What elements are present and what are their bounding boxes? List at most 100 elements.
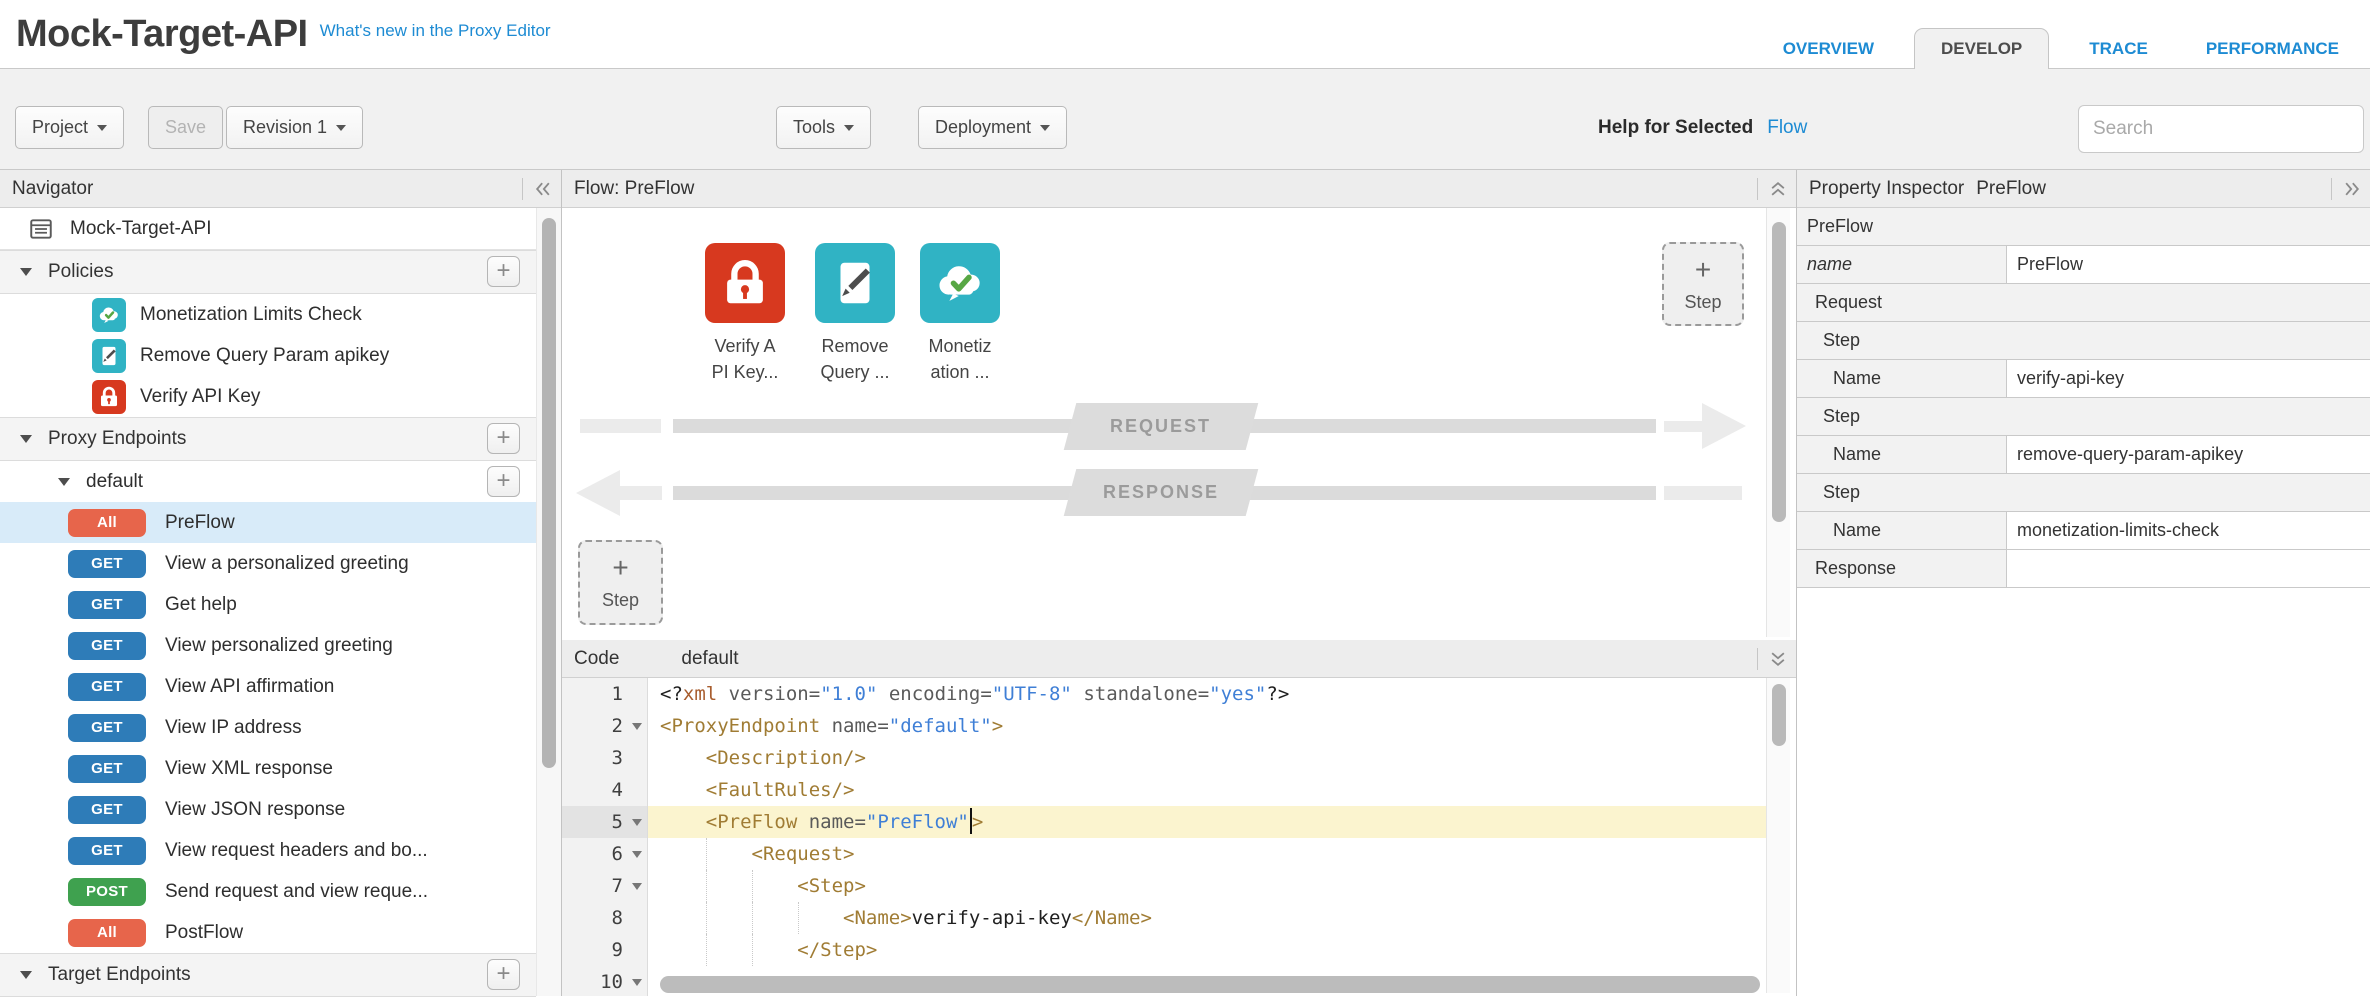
scrollbar-thumb[interactable] <box>1772 684 1786 746</box>
search-input[interactable] <box>2078 105 2364 153</box>
property-value-input[interactable]: PreFlow <box>2007 246 2370 283</box>
revision-menu-button[interactable]: Revision 1 <box>226 106 363 149</box>
tools-menu-button[interactable]: Tools <box>776 106 871 149</box>
line-number[interactable]: 6 <box>562 838 647 870</box>
code-scrollbar-horizontal[interactable] <box>660 976 1760 993</box>
nav-item-view-a-personalized-greeting[interactable]: GETView a personalized greeting <box>0 543 536 584</box>
add-button[interactable]: + <box>487 423 520 454</box>
code-line[interactable]: <Name>verify-api-key</Name> <box>648 902 1766 934</box>
code-editor[interactable]: 12345678910 <?xml version="1.0" encoding… <box>562 678 1796 996</box>
tab-performance[interactable]: PERFORMANCE <box>2188 29 2357 69</box>
property-value-input[interactable]: monetization-limits-check <box>2007 512 2370 549</box>
nav-item-postflow[interactable]: AllPostFlow <box>0 912 536 953</box>
fold-arrow-icon[interactable] <box>632 979 642 986</box>
nav-item-view-xml-response[interactable]: GETView XML response <box>0 748 536 789</box>
method-badge: GET <box>68 796 146 824</box>
triangle-down-icon[interactable] <box>58 478 70 486</box>
property-inspector-header: Property Inspector PreFlow <box>1797 170 2370 208</box>
nav-item-target-endpoints[interactable]: Target Endpoints+ <box>0 953 536 997</box>
nav-item-policies[interactable]: Policies+ <box>0 250 536 294</box>
nav-item-preflow[interactable]: AllPreFlow <box>0 502 536 543</box>
tab-trace[interactable]: TRACE <box>2071 29 2166 69</box>
triangle-down-icon[interactable] <box>20 268 32 276</box>
code-line[interactable]: <FaultRules/> <box>648 774 1766 806</box>
scrollbar-thumb[interactable] <box>1772 222 1786 522</box>
flow-policy-lock[interactable]: Verify API Key... <box>685 243 805 385</box>
tab-bar: OVERVIEW DEVELOP TRACE PERFORMANCE <box>1754 28 2368 69</box>
response-band-label: RESPONSE <box>1064 469 1259 516</box>
add-step-button-request[interactable]: + Step <box>1662 242 1744 326</box>
code-line[interactable]: <Description/> <box>648 742 1766 774</box>
deployment-menu-button[interactable]: Deployment <box>918 106 1067 149</box>
nav-item-get-help[interactable]: GETGet help <box>0 584 536 625</box>
add-step-button-response[interactable]: + Step <box>578 540 663 625</box>
property-row-name: Namemonetization-limits-check <box>1797 512 2370 550</box>
nav-item-send-request-and-view-reque[interactable]: POSTSend request and view reque... <box>0 871 536 912</box>
nav-item-label: View XML response <box>165 758 333 780</box>
code-line[interactable]: <ProxyEndpoint name="default"> <box>648 710 1766 742</box>
line-number[interactable]: 2 <box>562 710 647 742</box>
navigator-scrollbar[interactable] <box>536 208 561 996</box>
divider <box>1757 178 1758 200</box>
nav-item-monetization-limits-check[interactable]: Monetization Limits Check <box>0 294 536 335</box>
nav-item-view-personalized-greeting[interactable]: GETView personalized greeting <box>0 625 536 666</box>
add-button[interactable]: + <box>487 959 520 990</box>
fold-arrow-icon[interactable] <box>632 883 642 890</box>
line-number[interactable]: 9 <box>562 934 647 966</box>
whats-new-link[interactable]: What's new in the Proxy Editor <box>320 21 551 41</box>
response-arrow-icon <box>576 470 620 516</box>
flow-scrollbar[interactable] <box>1766 208 1790 637</box>
flow-policy-cloud-check[interactable]: Monetization ... <box>900 243 1020 385</box>
code-line[interactable]: </Step> <box>648 934 1766 966</box>
line-number[interactable]: 1 <box>562 678 647 710</box>
line-number[interactable]: 3 <box>562 742 647 774</box>
fold-arrow-icon[interactable] <box>632 723 642 730</box>
response-arrow-tail <box>620 486 662 500</box>
triangle-down-icon[interactable] <box>20 971 32 979</box>
nav-item-view-request-headers-and-bo[interactable]: GETView request headers and bo... <box>0 830 536 871</box>
line-number[interactable]: 10 <box>562 966 647 996</box>
code-line[interactable]: <Step> <box>648 870 1766 902</box>
collapse-down-icon[interactable] <box>1768 649 1788 669</box>
fold-arrow-icon[interactable] <box>632 851 642 858</box>
method-badge: GET <box>68 632 146 660</box>
collapse-right-icon[interactable] <box>2342 179 2362 199</box>
line-number[interactable]: 4 <box>562 774 647 806</box>
fold-arrow-icon[interactable] <box>632 819 642 826</box>
flow-policy-pencil[interactable]: RemoveQuery ... <box>795 243 915 385</box>
code-line[interactable]: <?xml version="1.0" encoding="UTF-8" sta… <box>648 678 1766 710</box>
property-value-input[interactable]: remove-query-param-apikey <box>2007 436 2370 473</box>
flow-header: Flow: PreFlow <box>562 170 1796 208</box>
code-scrollbar-vertical[interactable] <box>1766 678 1790 993</box>
line-number[interactable]: 7 <box>562 870 647 902</box>
property-value-input[interactable]: verify-api-key <box>2007 360 2370 397</box>
nav-item-remove-query-param-apikey[interactable]: Remove Query Param apikey <box>0 335 536 376</box>
code-line[interactable]: <Request> <box>648 838 1766 870</box>
line-number[interactable]: 8 <box>562 902 647 934</box>
tab-develop[interactable]: DEVELOP <box>1914 28 2049 69</box>
nav-item-verify-api-key[interactable]: Verify API Key <box>0 376 536 417</box>
nav-item-view-api-affirmation[interactable]: GETView API affirmation <box>0 666 536 707</box>
nav-item-mock-target-api[interactable]: Mock-Target-API <box>0 208 536 250</box>
code-line[interactable]: <PreFlow name="PreFlow"> <box>648 806 1766 838</box>
nav-item-proxy-endpoints[interactable]: Proxy Endpoints+ <box>0 417 536 461</box>
property-value-input[interactable] <box>2007 550 2370 587</box>
collapse-left-icon[interactable] <box>533 179 553 199</box>
indent-guide <box>752 870 753 902</box>
code-gutter[interactable]: 12345678910 <box>562 678 648 996</box>
nav-item-view-ip-address[interactable]: GETView IP address <box>0 707 536 748</box>
nav-item-view-json-response[interactable]: GETView JSON response <box>0 789 536 830</box>
add-button[interactable]: + <box>487 256 520 287</box>
line-number[interactable]: 5 <box>562 806 647 838</box>
triangle-down-icon[interactable] <box>20 435 32 443</box>
help-flow-link[interactable]: Flow <box>1767 117 1807 139</box>
tab-overview[interactable]: OVERVIEW <box>1765 29 1892 69</box>
scrollbar-thumb[interactable] <box>542 218 556 768</box>
nav-item-default[interactable]: default+ <box>0 461 536 502</box>
add-button[interactable]: + <box>487 466 520 497</box>
save-button[interactable]: Save <box>148 106 223 149</box>
project-menu-button[interactable]: Project <box>15 106 124 149</box>
collapse-up-icon[interactable] <box>1768 179 1788 199</box>
pencil-icon <box>92 339 126 373</box>
nav-item-label: PreFlow <box>165 512 235 534</box>
